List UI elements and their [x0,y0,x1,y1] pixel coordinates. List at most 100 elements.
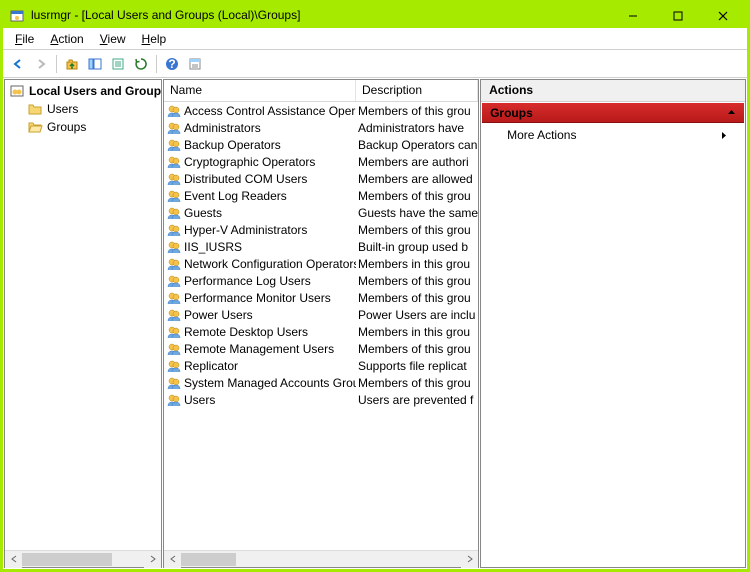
group-icon [166,256,182,272]
list-body[interactable]: Access Control Assistance OperatorsMembe… [164,102,478,550]
help-button[interactable]: ? [161,53,183,75]
refresh-button[interactable] [130,53,152,75]
toolbar: ? [3,50,747,78]
group-icon [166,341,182,357]
tree-view[interactable]: Local Users and Groups (Lo Users Groups [5,80,161,550]
list-item[interactable]: AdministratorsAdministrators have [164,119,478,136]
group-icon [166,171,182,187]
list-hscrollbar[interactable] [164,550,478,567]
group-description: Users are prevented f [356,393,478,407]
window-title: lusrmgr - [Local Users and Groups (Local… [31,3,610,28]
svg-text:?: ? [168,57,175,71]
group-icon [166,307,182,323]
submenu-arrow-icon [721,131,727,140]
list-item[interactable]: Remote Management UsersMembers of this g… [164,340,478,357]
actions-more-label: More Actions [507,128,576,142]
list-item[interactable]: Remote Desktop UsersMembers in this grou [164,323,478,340]
list-item[interactable]: Power Users Power Users are inclu [164,306,478,323]
group-icon [166,154,182,170]
title-bar[interactable]: lusrmgr - [Local Users and Groups (Local… [3,3,747,28]
group-name: Hyper-V Administrators [184,223,307,237]
show-hide-tree-button[interactable] [84,53,106,75]
list-item[interactable]: Network Configuration OperatorsMembers i… [164,255,478,272]
group-icon [166,324,182,340]
back-button[interactable] [7,53,29,75]
tree-node-users[interactable]: Users [5,100,161,118]
tree-root-node[interactable]: Local Users and Groups (Lo [5,82,161,100]
list-item[interactable]: Event Log ReadersMembers of this grou [164,187,478,204]
menu-help[interactable]: Help [134,30,175,48]
toolbar-separator [56,55,57,73]
group-description: Power Users are inclu [356,308,478,322]
tree-hscrollbar[interactable] [5,550,161,567]
list-item[interactable]: GuestsGuests have the same [164,204,478,221]
toolbar-separator [156,55,157,73]
list-item[interactable]: IIS_IUSRSBuilt-in group used b [164,238,478,255]
tree-node-groups[interactable]: Groups [5,118,161,136]
group-name: Performance Monitor Users [184,291,331,305]
group-description: Members in this grou [356,257,478,271]
group-name: Power Users [184,308,253,322]
forward-button[interactable] [30,53,52,75]
group-icon [166,222,182,238]
group-name: Event Log Readers [184,189,287,203]
group-icon [166,120,182,136]
list-item[interactable]: ReplicatorSupports file replicat [164,357,478,374]
group-icon [166,239,182,255]
group-name: Backup Operators [184,138,281,152]
group-name: Distributed COM Users [184,172,307,186]
list-item[interactable]: System Managed Accounts GroupMembers of … [164,374,478,391]
list-item[interactable]: Cryptographic Operators Members are autho… [164,153,478,170]
scroll-left-icon[interactable] [5,551,22,568]
close-button[interactable] [700,3,745,28]
tree-pane: Local Users and Groups (Lo Users Groups [4,79,162,568]
maximize-button[interactable] [655,3,700,28]
list-item[interactable]: Access Control Assistance OperatorsMembe… [164,102,478,119]
group-icon [166,137,182,153]
list-item[interactable]: Hyper-V AdministratorsMembers of this gr… [164,221,478,238]
menu-bar: File Action View Help [3,28,747,50]
group-icon [166,358,182,374]
group-name: System Managed Accounts Group [184,376,356,390]
scroll-right-icon[interactable] [461,551,478,568]
list-item[interactable]: Performance Monitor Users Members of this… [164,289,478,306]
group-name: Cryptographic Operators [184,155,315,169]
group-description: Members are allowed [356,172,478,186]
properties-button[interactable] [184,53,206,75]
scroll-right-icon[interactable] [144,551,161,568]
app-window: lusrmgr - [Local Users and Groups (Local… [0,0,750,572]
group-description: Members are authori [356,155,478,169]
group-name: Replicator [184,359,238,373]
actions-section-groups[interactable]: Groups [482,103,744,123]
group-description: Members of this grou [356,291,478,305]
minimize-button[interactable] [610,3,655,28]
column-header-description[interactable]: Description [356,80,478,101]
up-button[interactable] [61,53,83,75]
group-description: Members of this grou [356,104,478,118]
list-item[interactable]: UsersUsers are prevented f [164,391,478,408]
list-item[interactable]: Distributed COM Users Members are allowed [164,170,478,187]
list-item[interactable]: Performance Log UsersMembers of this gro… [164,272,478,289]
actions-more-actions[interactable]: More Actions [481,124,745,146]
column-header-name[interactable]: Name [164,80,356,101]
menu-view[interactable]: View [92,30,134,48]
menu-file[interactable]: File [7,30,42,48]
group-name: Network Configuration Operators [184,257,356,271]
group-name: Access Control Assistance Operators [184,104,356,118]
content-area: Local Users and Groups (Lo Users Groups [3,78,747,569]
group-icon [166,290,182,306]
export-list-button[interactable] [107,53,129,75]
group-icon [166,188,182,204]
folder-open-icon [27,119,43,135]
list-item[interactable]: Backup OperatorsBackup Operators can [164,136,478,153]
scroll-left-icon[interactable] [164,551,181,568]
group-icon [166,273,182,289]
folder-icon [27,101,43,117]
group-name: Remote Management Users [184,342,334,356]
app-icon [9,8,25,24]
menu-action[interactable]: Action [42,30,91,48]
group-name: Performance Log Users [184,274,311,288]
list-pane: Name Description Access Control Assistan… [163,79,479,568]
collapse-icon [727,108,736,117]
actions-section-label: Groups [490,106,533,120]
